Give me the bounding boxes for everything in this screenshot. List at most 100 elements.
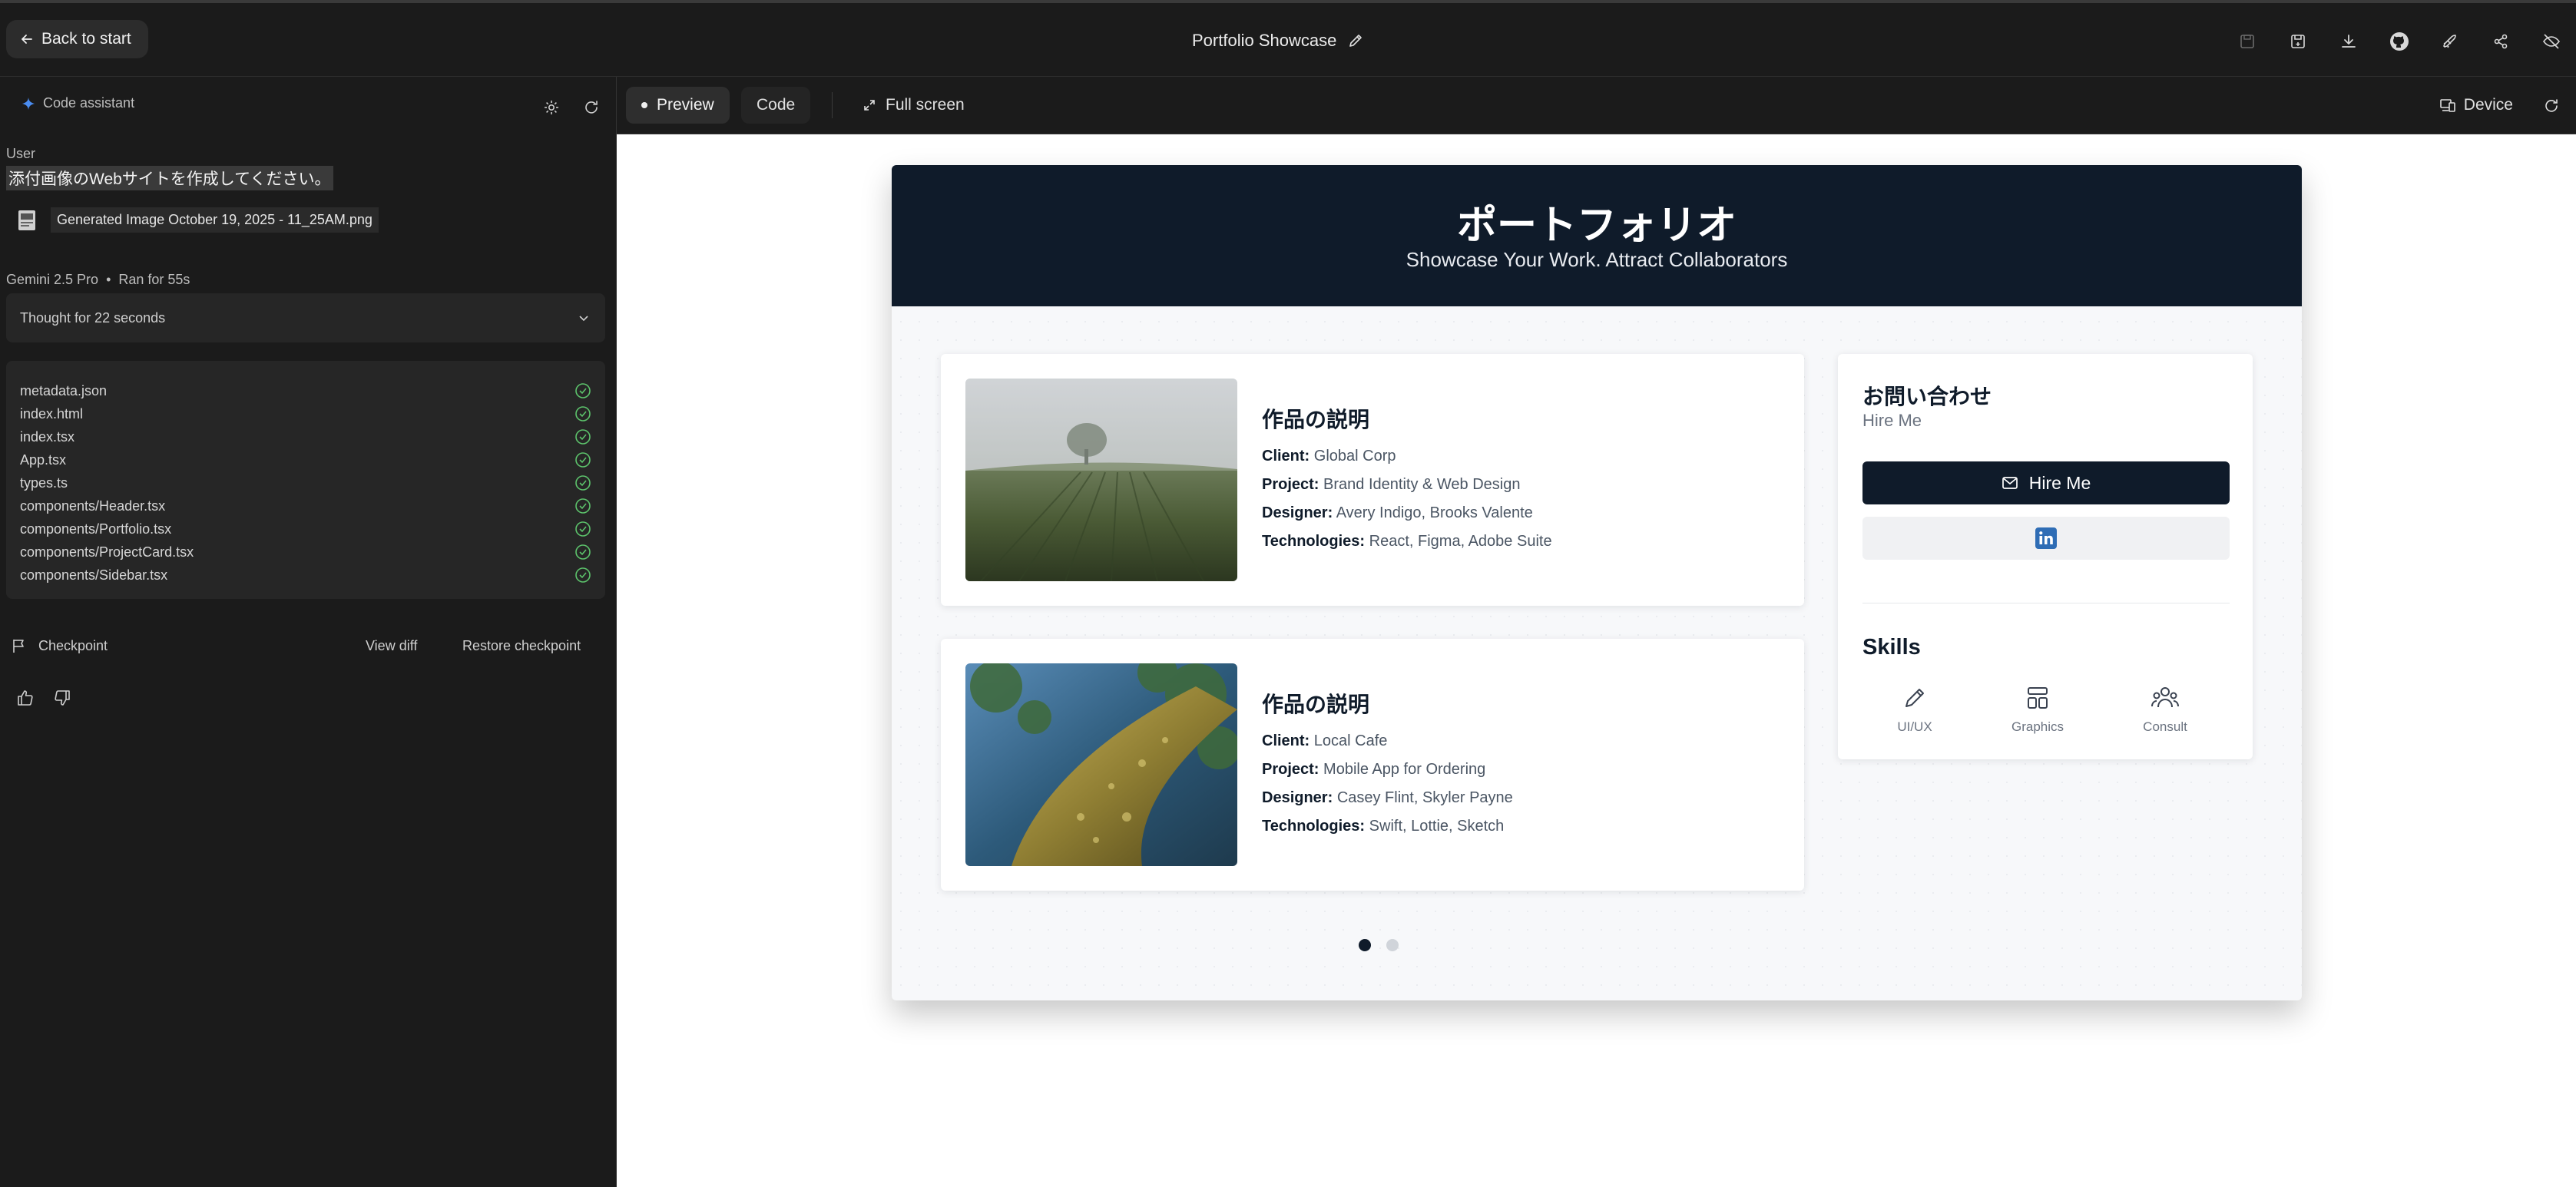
- mail-icon: [2002, 476, 2018, 490]
- linkedin-button[interactable]: [1862, 517, 2230, 560]
- model-name: Gemini 2.5 Pro: [6, 272, 99, 287]
- file-name: index.tsx: [20, 428, 75, 445]
- project-label: Project:: [1262, 761, 1319, 778]
- detail-designer: Designer: Casey Flint, Skyler Payne: [1262, 789, 1513, 818]
- file-name: App.tsx: [20, 451, 67, 468]
- generated-files-list: metadata.json index.html index.tsx App.t…: [6, 361, 605, 599]
- tab-code-label: Code: [757, 96, 796, 114]
- attachment-name: Generated Image October 19, 2025 - 11_25…: [51, 207, 379, 233]
- tab-preview-label: Preview: [657, 96, 714, 114]
- file-row[interactable]: components/Header.tsx: [20, 494, 591, 517]
- run-duration: Ran for 55s: [118, 272, 190, 287]
- contact-sidebar: お問い合わせ Hire Me Hire Me Skills UI/UX Grap…: [1838, 354, 2253, 759]
- project-details: 作品の説明 Client: Local Cafe Project: Mobile…: [1262, 688, 1513, 846]
- project-card[interactable]: 作品の説明 Client: Global Corp Project: Brand…: [941, 354, 1804, 606]
- file-row[interactable]: components/ProjectCard.tsx: [20, 541, 591, 564]
- designer-label: Designer:: [1262, 789, 1333, 806]
- carousel-dot-active[interactable]: [1359, 939, 1371, 951]
- tab-preview[interactable]: Preview: [626, 87, 730, 124]
- check-circle-icon: [574, 451, 591, 468]
- tab-code[interactable]: Code: [741, 87, 811, 124]
- client-value: Global Corp: [1313, 448, 1396, 465]
- file-name: index.html: [20, 405, 84, 422]
- arrow-left-icon: [20, 32, 34, 46]
- back-to-start-label: Back to start: [41, 30, 131, 48]
- check-circle-icon: [574, 405, 591, 422]
- project-label: Project:: [1262, 476, 1319, 493]
- check-circle-icon: [574, 544, 591, 560]
- file-name: metadata.json: [20, 382, 108, 398]
- download-icon[interactable]: [2335, 28, 2362, 55]
- file-row[interactable]: index.tsx: [20, 425, 591, 448]
- project-details: 作品の説明 Client: Global Corp Project: Brand…: [1262, 403, 1552, 561]
- project-title: 作品の説明: [1262, 692, 1370, 717]
- preview-stage: ポートフォリオ Showcase Your Work. Attract Coll…: [617, 134, 2576, 1187]
- project-title: 作品の説明: [1262, 407, 1370, 432]
- attachment-chip[interactable]: Generated Image October 19, 2025 - 11_25…: [17, 207, 379, 233]
- site-header: ポートフォリオ Showcase Your Work. Attract Coll…: [892, 165, 2302, 306]
- skill-graphics: Graphics: [1992, 683, 2084, 735]
- file-row[interactable]: index.html: [20, 402, 591, 425]
- refresh-icon[interactable]: [578, 94, 605, 121]
- share-icon[interactable]: [2487, 28, 2515, 55]
- file-name: components/ProjectCard.tsx: [20, 544, 194, 560]
- detail-technologies: Technologies: React, Figma, Adobe Suite: [1262, 533, 1552, 561]
- preview-refresh-icon[interactable]: [2538, 92, 2565, 120]
- hire-me-button[interactable]: Hire Me: [1862, 461, 2230, 504]
- file-name: components/Header.tsx: [20, 498, 166, 514]
- file-row[interactable]: types.ts: [20, 471, 591, 494]
- checkpoint-row: Checkpoint View diff Restore checkpoint: [11, 637, 599, 654]
- technologies-value: React, Figma, Adobe Suite: [1369, 533, 1552, 550]
- thought-label: Thought for 22 seconds: [20, 309, 166, 326]
- file-row[interactable]: metadata.json: [20, 379, 591, 402]
- designer-value: Casey Flint, Skyler Payne: [1336, 789, 1513, 806]
- device-button[interactable]: Device: [2439, 87, 2513, 124]
- project-image-misty-field: [965, 379, 1237, 581]
- user-role-label: User: [6, 146, 36, 161]
- layout-icon: [1992, 683, 2084, 713]
- thumbs-up-icon[interactable]: [15, 688, 35, 708]
- restore-checkpoint-button[interactable]: Restore checkpoint: [462, 638, 581, 654]
- thought-accordion[interactable]: Thought for 22 seconds: [6, 293, 605, 342]
- flag-icon: [11, 637, 28, 654]
- back-to-start-button[interactable]: Back to start: [6, 20, 148, 58]
- detail-project: Project: Mobile App for Ordering: [1262, 761, 1513, 789]
- check-circle-icon: [574, 498, 591, 514]
- image-file-icon: [17, 209, 37, 232]
- thumbs-down-icon[interactable]: [52, 688, 72, 708]
- file-name: components/Sidebar.tsx: [20, 567, 168, 583]
- skill-label: Consult: [2143, 719, 2187, 734]
- skills-title: Skills: [1862, 635, 1921, 660]
- hide-icon[interactable]: [2538, 28, 2565, 55]
- project-card[interactable]: 作品の説明 Client: Local Cafe Project: Mobile…: [941, 639, 1804, 891]
- detail-client: Client: Local Cafe: [1262, 732, 1513, 761]
- save-icon[interactable]: [2233, 28, 2261, 55]
- check-circle-icon: [574, 382, 591, 399]
- settings-gear-icon[interactable]: [538, 94, 565, 121]
- file-name: components/Portfolio.tsx: [20, 521, 172, 537]
- full-screen-button[interactable]: Full screen: [863, 87, 965, 124]
- assistant-header: Code assistant: [22, 95, 134, 111]
- carousel-dot[interactable]: [1386, 939, 1399, 951]
- file-row[interactable]: components/Sidebar.tsx: [20, 564, 591, 587]
- chevron-down-icon: [578, 312, 590, 324]
- edit-pencil-icon[interactable]: [1347, 32, 1364, 49]
- portfolio-site: ポートフォリオ Showcase Your Work. Attract Coll…: [892, 165, 2302, 1000]
- expand-icon: [863, 98, 876, 112]
- linkedin-icon: [2035, 527, 2058, 550]
- file-row[interactable]: App.tsx: [20, 448, 591, 471]
- deploy-rocket-icon[interactable]: [2436, 28, 2464, 55]
- skill-label: Graphics: [2011, 719, 2064, 734]
- user-message: 添付画像のWebサイトを作成してください。: [6, 166, 333, 190]
- device-label: Device: [2463, 96, 2513, 114]
- file-name: types.ts: [20, 474, 68, 491]
- full-screen-label: Full screen: [886, 96, 965, 114]
- detail-project: Project: Brand Identity & Web Design: [1262, 476, 1552, 504]
- github-icon[interactable]: [2386, 28, 2413, 55]
- file-row[interactable]: components/Portfolio.tsx: [20, 517, 591, 541]
- save-copy-icon[interactable]: [2284, 28, 2312, 55]
- users-icon: [2119, 683, 2211, 713]
- sparkle-icon: [22, 97, 35, 111]
- view-diff-button[interactable]: View diff: [366, 638, 417, 654]
- model-info: Gemini 2.5 Pro • Ran for 55s: [6, 272, 190, 288]
